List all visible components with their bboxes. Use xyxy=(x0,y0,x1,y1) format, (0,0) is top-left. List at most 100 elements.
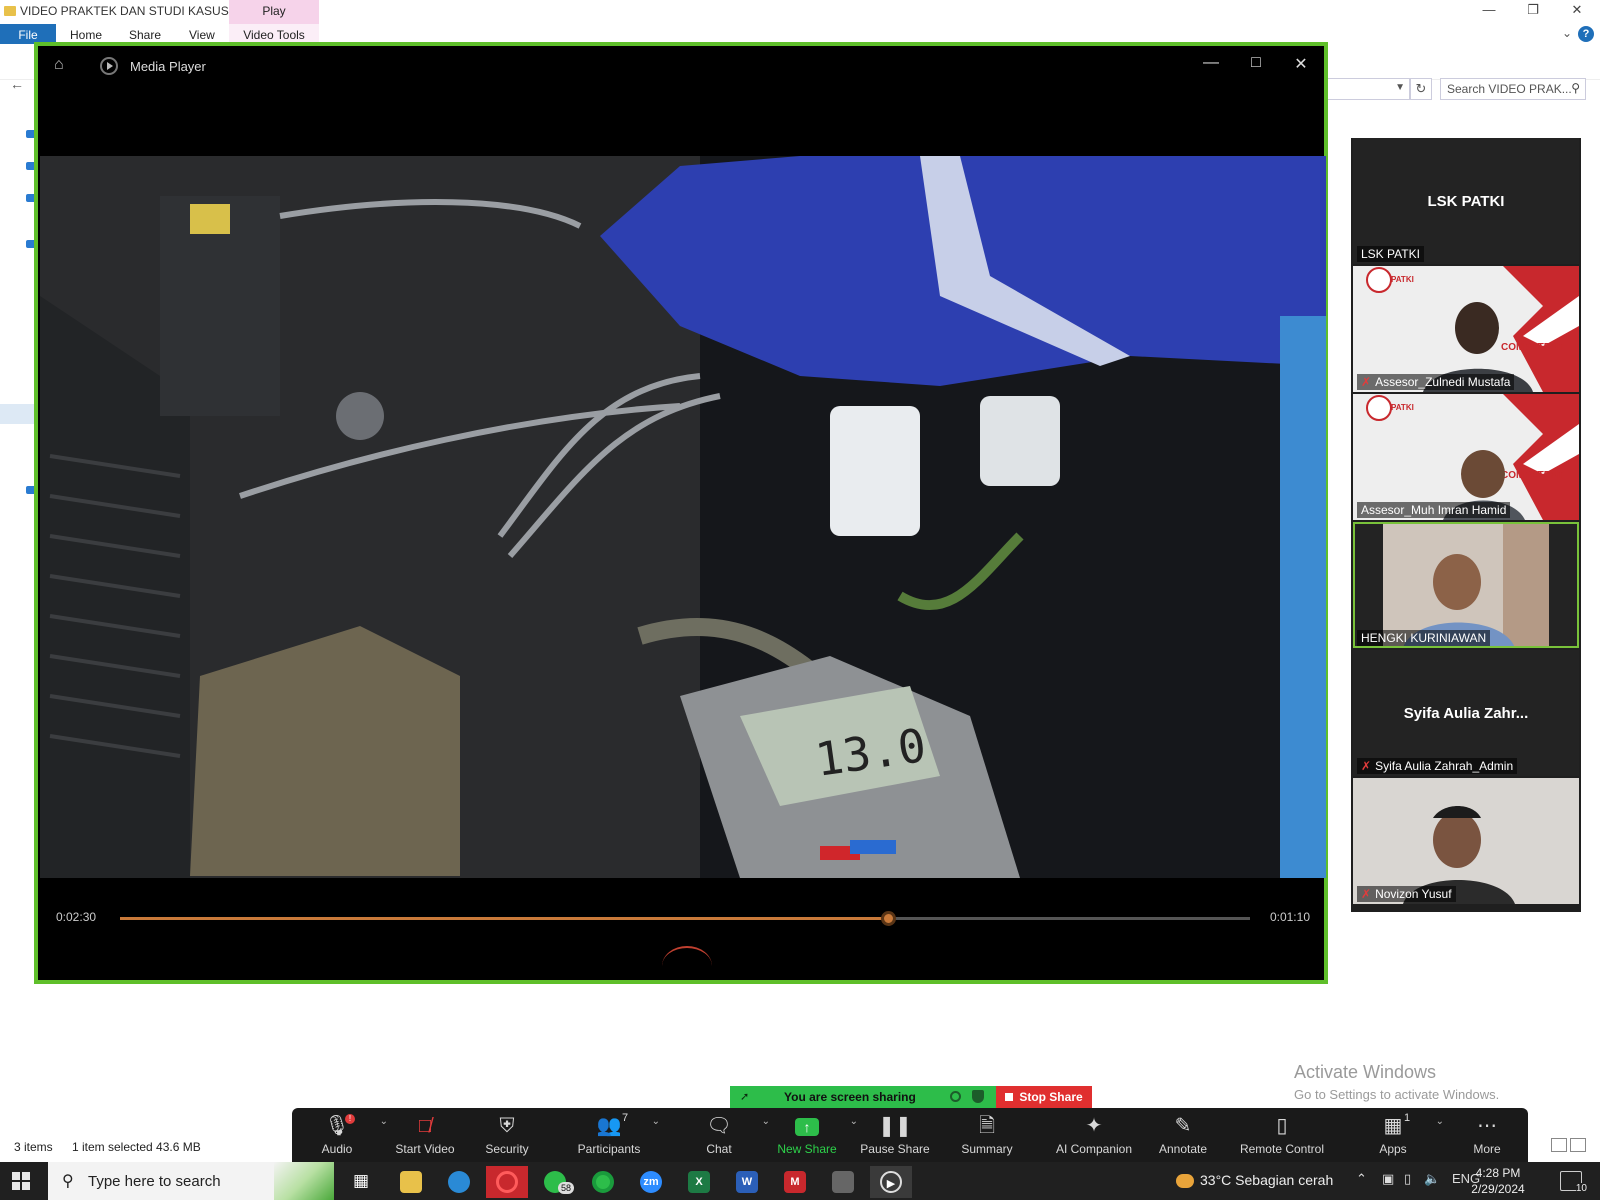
notification-center-icon[interactable]: 10 xyxy=(1560,1171,1587,1194)
summary-icon: 🗎 xyxy=(978,1115,996,1137)
participant-name-label: ✗ Syifa Aulia Zahrah_Admin xyxy=(1357,758,1518,774)
pause-icon: ❚❚ xyxy=(878,1115,912,1137)
participant-name-label: HENGKI KURINIAWAN xyxy=(1357,630,1491,646)
ai-companion-button[interactable]: ✦ AI Companion xyxy=(1044,1114,1144,1160)
ribbon-tab-share[interactable]: Share xyxy=(129,28,161,42)
microphone-icon: 🎙 xyxy=(324,1115,350,1137)
weather-widget[interactable]: 33°C Sebagian cerah xyxy=(1176,1172,1333,1189)
screen-sharing-text: You are screen sharing xyxy=(784,1090,916,1104)
remote-control-button[interactable]: ▯ Remote Control xyxy=(1232,1114,1332,1160)
excel-icon[interactable]: X xyxy=(678,1166,720,1198)
word-icon[interactable]: W xyxy=(726,1166,768,1198)
apps-button[interactable]: ▦ 1 ⌄ Apps xyxy=(1348,1112,1444,1160)
stop-share-button[interactable]: Stop Share xyxy=(996,1086,1092,1108)
video-frame[interactable]: 13.0 xyxy=(40,156,1326,878)
participant-tile[interactable]: PATKI COMPETENT ✗ Assesor_Zulnedi Mustafa xyxy=(1353,266,1579,392)
annotate-button[interactable]: ✎ Annotate xyxy=(1138,1114,1228,1160)
seek-bar[interactable] xyxy=(120,911,1250,926)
media-player-title: Media Player xyxy=(130,59,206,74)
volume-icon[interactable]: 🔈 xyxy=(1424,1171,1440,1187)
refresh-button[interactable]: ↻ xyxy=(1410,78,1432,100)
seek-progress-fill xyxy=(120,917,889,920)
participant-tile[interactable]: LSK PATKI LSK PATKI xyxy=(1353,138,1579,264)
opera-browser-icon[interactable] xyxy=(486,1166,528,1198)
video-off-icon: □̸ xyxy=(418,1115,432,1137)
calculator-icon[interactable] xyxy=(822,1166,864,1198)
participant-tile[interactable]: Syifa Aulia Zahr... ✗ Syifa Aulia Zahrah_… xyxy=(1353,650,1579,776)
file-explorer-icon[interactable] xyxy=(390,1166,432,1198)
ribbon-tab-file[interactable]: File xyxy=(0,24,56,44)
more-button[interactable]: ⋯ More xyxy=(1442,1114,1532,1160)
explorer-restore-button[interactable]: ❐ xyxy=(1518,2,1548,20)
whatsapp-icon[interactable]: 58 xyxy=(534,1166,576,1198)
windows-start-button[interactable] xyxy=(12,1172,30,1190)
explorer-search-placeholder: Search VIDEO PRAK... xyxy=(1447,82,1572,96)
media-player-taskbar-icon[interactable]: ▶ xyxy=(870,1166,912,1198)
folder-icon xyxy=(4,6,16,16)
screen-sharing-banner[interactable]: ➚ You are screen sharing xyxy=(730,1086,996,1108)
pin-icon[interactable]: ➚ xyxy=(740,1090,749,1103)
media-player-logo-icon xyxy=(100,57,118,75)
media-minimize-button[interactable]: — xyxy=(1198,54,1224,78)
help-icon[interactable]: ? xyxy=(1578,26,1594,42)
participant-big-name: Syifa Aulia Zahr... xyxy=(1403,705,1529,722)
clock-time: 4:28 PM xyxy=(1475,1166,1521,1180)
meet-now-icon[interactable]: ▣ xyxy=(1382,1171,1394,1187)
media-close-button[interactable]: ✕ xyxy=(1288,54,1314,78)
time-remaining: 0:01:10 xyxy=(1269,910,1310,924)
media-maximize-button[interactable]: □ xyxy=(1243,54,1269,78)
audio-alert-badge: ! xyxy=(345,1114,355,1124)
search-icon: ⚲ xyxy=(62,1173,74,1190)
explorer-close-button[interactable]: ✕ xyxy=(1562,2,1592,20)
chevron-down-icon[interactable]: ⌄ xyxy=(652,1116,660,1127)
play-pause-button[interactable] xyxy=(662,946,712,986)
participant-tile[interactable]: ✗ Novizon Yusuf xyxy=(1353,778,1579,904)
ribbon-tab-view[interactable]: View xyxy=(189,28,215,42)
start-video-button[interactable]: □̸ Start Video xyxy=(380,1114,470,1160)
mouse-icon: ▯ xyxy=(1276,1115,1288,1137)
taskbar-clock[interactable]: 4:28 PM 2/29/2024 xyxy=(1442,1165,1554,1197)
task-view-icon[interactable]: ▦ xyxy=(340,1166,382,1198)
muted-mic-icon: ✗ xyxy=(1361,887,1372,901)
mcafee-icon[interactable]: M xyxy=(774,1166,816,1198)
explorer-window-title: VIDEO PRAKTEK DAN STUDI KASUS xyxy=(20,4,229,18)
media-player-window: ⌂ Media Player — □ ✕ 13.0 0:02:30 0:01:1… xyxy=(34,42,1328,984)
tray-overflow-chevron-icon[interactable]: ⌃ xyxy=(1356,1171,1367,1187)
participant-tile[interactable]: PATKI COMPETENT Assesor_Muh Imran Hamid xyxy=(1353,394,1579,520)
search-icon: ⚲ xyxy=(1571,81,1580,95)
participant-tile-active-speaker[interactable]: HENGKI KURINIAWAN xyxy=(1353,522,1579,648)
ribbon-tab-home[interactable]: Home xyxy=(70,28,102,42)
security-shield-icon xyxy=(972,1090,984,1103)
details-view-icon[interactable] xyxy=(1551,1138,1567,1152)
sparkle-icon: ✦ xyxy=(1085,1115,1103,1137)
address-history-dropdown[interactable]: ▼ xyxy=(1326,78,1410,100)
battery-icon[interactable]: ▯ xyxy=(1404,1171,1411,1187)
audio-button[interactable]: 🎙 ! ⌄ Audio xyxy=(292,1114,388,1160)
apps-icon: ▦ xyxy=(1383,1115,1403,1137)
participant-name-label: ✗ Novizon Yusuf xyxy=(1357,886,1456,902)
explorer-minimize-button[interactable]: — xyxy=(1474,2,1504,20)
chat-button[interactable]: 🗨 ⌄ Chat xyxy=(674,1114,770,1160)
partly-cloudy-icon xyxy=(1176,1174,1194,1189)
view-toggle-group xyxy=(1548,1138,1588,1154)
explorer-search-input[interactable]: Search VIDEO PRAK... ⚲ xyxy=(1440,78,1586,100)
back-arrow-icon[interactable]: ← xyxy=(10,76,24,92)
home-icon[interactable]: ⌂ xyxy=(54,56,74,76)
participants-button[interactable]: 👥 7 ⌄ Participants xyxy=(564,1112,660,1160)
chrome-icon[interactable] xyxy=(582,1166,624,1198)
security-button[interactable]: ⛨ Security xyxy=(462,1114,552,1160)
summary-button[interactable]: 🗎 Summary xyxy=(942,1114,1032,1160)
ribbon-tab-video-tools[interactable]: Video Tools xyxy=(229,24,319,44)
large-icons-view-icon[interactable] xyxy=(1570,1138,1586,1152)
apps-count: 1 xyxy=(1404,1112,1411,1124)
seek-thumb[interactable] xyxy=(881,911,897,926)
ribbon-expand-chevron-icon[interactable]: ⌄ xyxy=(1562,26,1572,40)
media-player-title-bar: ⌂ Media Player — □ ✕ xyxy=(38,46,1324,86)
participant-name-label: LSK PATKI xyxy=(1357,246,1424,262)
edge-browser-icon[interactable] xyxy=(438,1166,480,1198)
muted-mic-icon: ✗ xyxy=(1361,375,1372,389)
pause-share-button[interactable]: ❚❚ Pause Share xyxy=(850,1114,940,1160)
new-share-button[interactable]: ↑ ⌄ New Share xyxy=(762,1114,858,1160)
zoom-app-icon[interactable]: zm xyxy=(630,1166,672,1198)
taskbar-search-box[interactable]: ⚲ Type here to search xyxy=(48,1162,334,1200)
